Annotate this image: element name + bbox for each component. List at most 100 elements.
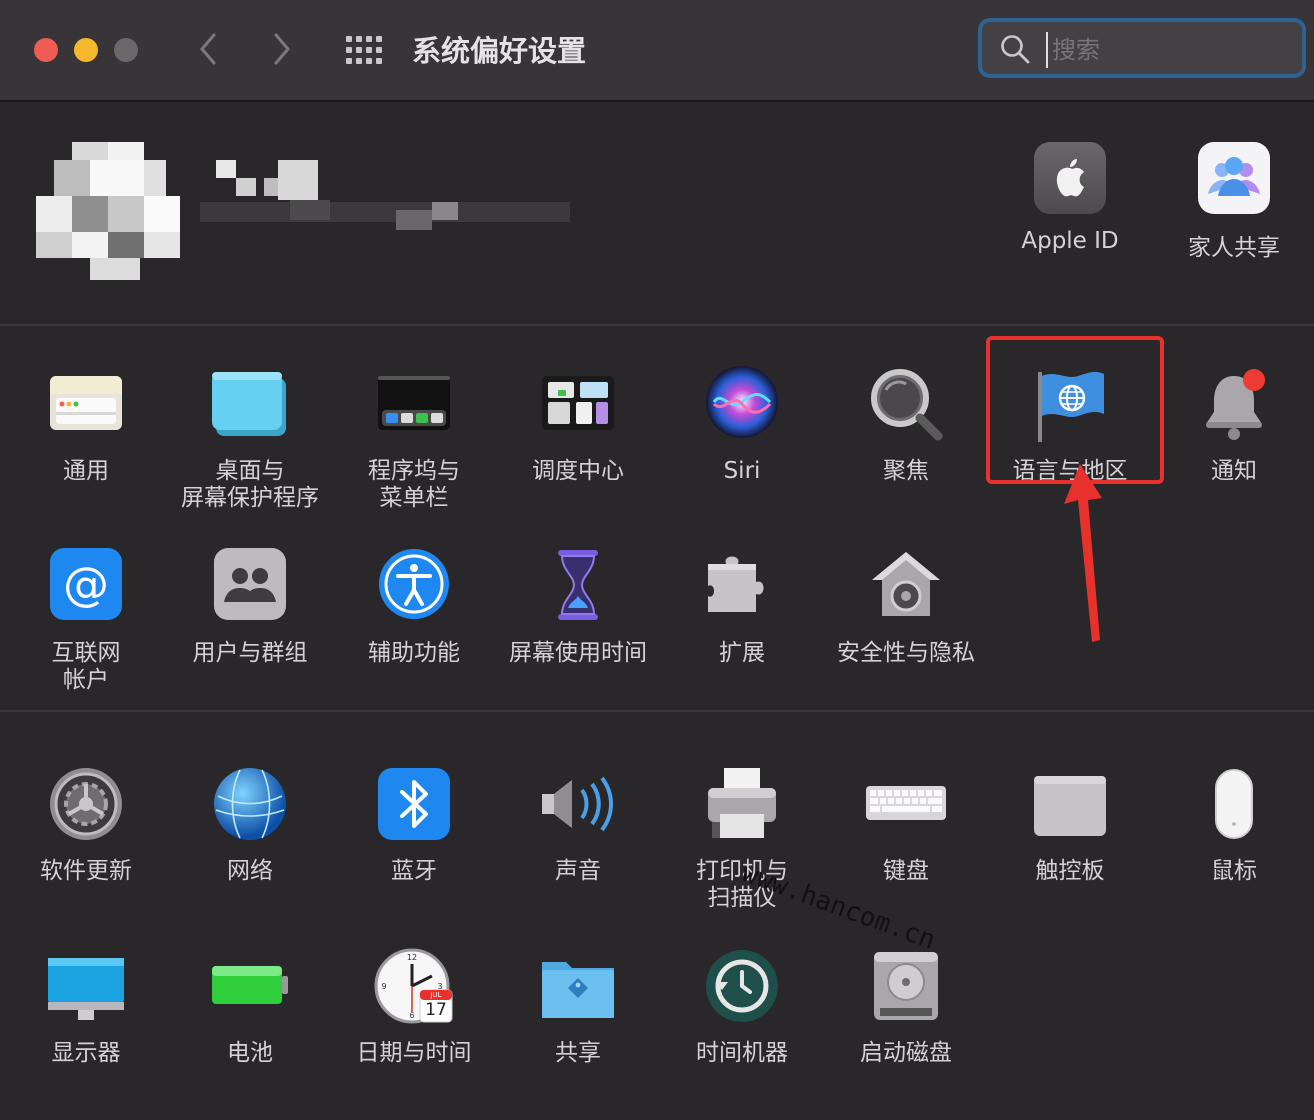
date-time-clock-icon: 12 3 6 9 JUL 17 — [374, 948, 454, 1028]
pane-label: 共享 — [555, 1040, 601, 1066]
pane-label: 互联网 帐户 — [51, 640, 121, 693]
sharing-folder-icon — [538, 948, 618, 1028]
pane-software-update[interactable]: 软件更新 — [4, 766, 168, 885]
apple-id-label: Apple ID — [1021, 228, 1119, 254]
back-chevron-icon[interactable] — [198, 32, 218, 72]
pane-label: 日期与时间 — [356, 1040, 472, 1066]
pane-dock-menubar[interactable]: 程序坞与 菜单栏 — [332, 366, 496, 512]
svg-text:@: @ — [63, 557, 109, 611]
time-machine-icon — [702, 948, 782, 1028]
pane-desktop-screensaver[interactable]: 桌面与 屏幕保护程序 — [168, 366, 332, 512]
pane-label: 网络 — [227, 858, 273, 884]
pane-mouse[interactable]: 鼠标 — [1152, 766, 1314, 885]
network-globe-icon — [210, 766, 290, 846]
calendar-day: 17 — [425, 1000, 447, 1020]
pane-users-groups[interactable]: 用户与群组 — [168, 548, 332, 667]
apple-logo-icon — [1034, 142, 1106, 214]
family-sharing-label: 家人共享 — [1188, 235, 1280, 261]
keyboard-icon — [866, 766, 946, 846]
show-all-grid-icon[interactable] — [346, 36, 382, 64]
pane-battery[interactable]: 电池 — [168, 948, 332, 1067]
siri-icon — [702, 366, 782, 446]
minimize-button[interactable] — [74, 38, 98, 62]
users-groups-icon — [210, 548, 290, 628]
pane-time-machine[interactable]: 时间机器 — [660, 948, 824, 1067]
pane-label: 显示器 — [51, 1040, 121, 1066]
pane-internet-accounts[interactable]: @ 互联网 帐户 — [4, 548, 168, 694]
extensions-puzzle-icon — [702, 548, 782, 628]
zoom-button[interactable] — [114, 38, 138, 62]
pane-label: 键盘 — [883, 858, 929, 884]
pane-label: 电池 — [227, 1040, 273, 1066]
pane-label: 程序坞与 菜单栏 — [368, 458, 460, 511]
security-house-icon — [866, 548, 946, 628]
startup-disk-icon — [866, 948, 946, 1028]
pane-siri[interactable]: Siri — [660, 366, 824, 485]
screen-time-hourglass-icon — [538, 548, 618, 628]
mission-control-icon — [538, 366, 618, 446]
pane-accessibility[interactable]: 辅助功能 — [332, 548, 496, 667]
pane-security-privacy[interactable]: 安全性与隐私 — [824, 548, 988, 667]
pane-label: 安全性与隐私 — [837, 640, 975, 666]
svg-text:9: 9 — [381, 982, 386, 991]
internet-accounts-at-icon: @ — [46, 548, 126, 628]
close-button[interactable] — [34, 38, 58, 62]
family-sharing-pane[interactable]: 家人共享 — [1164, 142, 1304, 262]
pane-sound[interactable]: 声音 — [496, 766, 660, 885]
spotlight-icon — [866, 366, 946, 446]
pane-label: 聚焦 — [883, 458, 929, 484]
bluetooth-icon — [374, 766, 454, 846]
svg-text:12: 12 — [407, 953, 417, 962]
trackpad-icon — [1030, 766, 1110, 846]
calendar-month: JUL — [430, 991, 442, 999]
pane-label: 启动磁盘 — [860, 1040, 952, 1066]
battery-icon — [210, 948, 290, 1028]
pane-label: 扩展 — [719, 640, 765, 666]
window-title: 系统偏好设置 — [412, 34, 587, 68]
display-icon — [46, 948, 126, 1028]
pane-label: 蓝牙 — [391, 858, 437, 884]
search-field[interactable] — [978, 18, 1306, 78]
pane-bluetooth[interactable]: 蓝牙 — [332, 766, 496, 885]
pane-label: 声音 — [555, 858, 601, 884]
pane-spotlight[interactable]: 聚焦 — [824, 366, 988, 485]
pane-label: 屏幕使用时间 — [509, 640, 647, 666]
svg-text:6: 6 — [409, 1011, 414, 1020]
avatar[interactable] — [36, 142, 180, 282]
pane-label: 鼠标 — [1211, 858, 1257, 884]
pane-screen-time[interactable]: 屏幕使用时间 — [496, 548, 660, 667]
pane-label: Siri — [723, 458, 761, 484]
family-sharing-icon — [1198, 142, 1270, 214]
annotation-arrow-icon — [1064, 464, 1102, 642]
dock-icon — [374, 366, 454, 446]
user-name-pixelated — [200, 160, 570, 240]
forward-chevron-icon[interactable] — [272, 32, 292, 72]
pane-notifications[interactable]: 通知 — [1152, 366, 1314, 485]
desktop-icon — [210, 366, 290, 446]
pane-mission-control[interactable]: 调度中心 — [496, 366, 660, 485]
pane-network[interactable]: 网络 — [168, 766, 332, 885]
pane-label: 时间机器 — [696, 1040, 788, 1066]
pane-sharing[interactable]: 共享 — [496, 948, 660, 1067]
pane-label: 调度中心 — [532, 458, 624, 484]
pane-startup-disk[interactable]: 启动磁盘 — [824, 948, 988, 1067]
pane-keyboard[interactable]: 键盘 — [824, 766, 988, 885]
pane-date-time[interactable]: 12 3 6 9 JUL 17 日期与时间 — [332, 948, 496, 1067]
account-section: Apple ID 家人共享 — [0, 102, 1314, 326]
title-bar: 系统偏好设置 — [0, 0, 1314, 102]
pane-displays[interactable]: 显示器 — [4, 948, 168, 1067]
search-icon — [1001, 35, 1030, 64]
pane-extensions[interactable]: 扩展 — [660, 548, 824, 667]
general-icon — [46, 366, 126, 446]
accessibility-icon — [374, 548, 454, 628]
pane-label: 触控板 — [1035, 858, 1105, 884]
software-update-gear-icon — [46, 766, 126, 846]
apple-id-pane[interactable]: Apple ID — [1000, 142, 1140, 254]
search-input[interactable] — [1046, 32, 1304, 68]
pane-label: 软件更新 — [40, 858, 132, 884]
pane-label: 通知 — [1211, 458, 1257, 484]
pane-trackpad[interactable]: 触控板 — [988, 766, 1152, 885]
pane-label: 用户与群组 — [192, 640, 308, 666]
pane-general[interactable]: 通用 — [4, 366, 168, 485]
notifications-bell-icon — [1194, 366, 1274, 446]
